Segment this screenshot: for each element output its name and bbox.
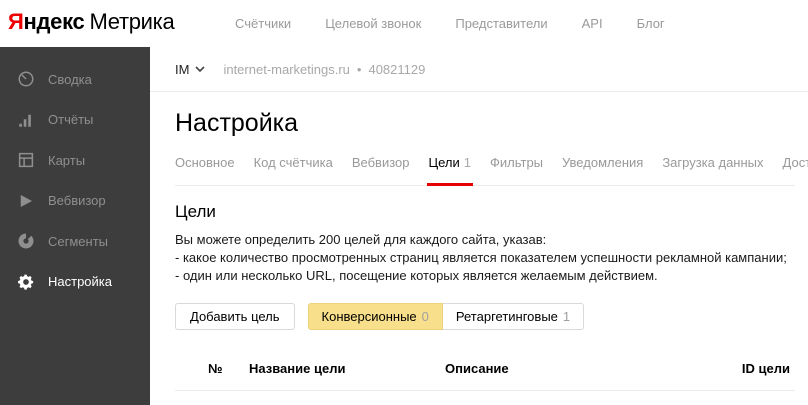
goals-description: Вы можете определить 200 целей для каждо…	[175, 231, 808, 285]
tab-counter-code[interactable]: Код счётчика	[254, 155, 333, 185]
goals-heading: Цели	[175, 202, 216, 221]
header-nav: Счётчики Целевой звонок Представители AP…	[235, 0, 665, 47]
main-panel: IM internet-marketings.ru • 40821129 Нас…	[150, 47, 808, 405]
counter-id: 40821129	[368, 61, 426, 77]
sidebar-item-label: Сводка	[48, 71, 92, 87]
sidebar-item-segments[interactable]: Сегменты	[0, 221, 150, 262]
logo-product: Метрика	[89, 9, 175, 34]
counter-switcher[interactable]: IM	[175, 61, 206, 77]
counter-domain: internet-marketings.ru	[223, 61, 350, 77]
nav-representatives[interactable]: Представители	[455, 16, 547, 31]
tab-access[interactable]: Доступ	[783, 155, 808, 185]
goals-count-badge: 1	[463, 155, 471, 170]
goals-description-line: - один или несколько URL, посещение кото…	[175, 268, 658, 283]
sidebar-item-maps[interactable]: Карты	[0, 140, 150, 181]
sidebar-item-label: Вебвизор	[48, 193, 106, 209]
segment-retargeting[interactable]: Ретаргетинговые 1	[441, 303, 585, 330]
page-title: Настройка	[175, 109, 299, 137]
segment-conversion[interactable]: Конверсионные 0	[307, 303, 443, 330]
column-goal-id: ID цели	[741, 361, 790, 376]
gauge-icon	[17, 70, 35, 88]
nav-blog[interactable]: Блог	[637, 16, 665, 31]
add-goal-button[interactable]: Добавить цель	[175, 303, 295, 330]
sidebar-item-reports[interactable]: Отчёты	[0, 100, 150, 141]
counter-short-name: IM	[175, 61, 190, 77]
logo-letter: Я	[8, 9, 24, 34]
sidebar-item-label: Настройка	[48, 274, 112, 290]
goals-table-header: № Название цели Описание ID цели	[175, 361, 795, 376]
goals-description-line: Вы можете определить 200 целей для каждо…	[175, 232, 547, 247]
pie-icon	[17, 232, 35, 250]
sidebar-item-label: Отчёты	[48, 112, 94, 128]
bar-chart-icon	[17, 111, 35, 129]
sidebar-item-label: Карты	[48, 152, 86, 168]
nav-api[interactable]: API	[582, 16, 603, 31]
goals-description-line: - какое количество просмотренных страниц…	[175, 250, 787, 265]
column-goal-name: Название цели	[249, 361, 346, 376]
tab-notifications[interactable]: Уведомления	[562, 155, 643, 185]
top-header: Яндекс Метрика Счётчики Целевой звонок Пр…	[0, 0, 808, 48]
table-divider	[175, 390, 795, 391]
bullet-separator: •	[356, 61, 362, 77]
tab-webvisor[interactable]: Вебвизор	[352, 155, 410, 185]
counter-info: internet-marketings.ru • 40821129	[223, 62, 425, 77]
retargeting-count: 1	[562, 309, 571, 324]
tab-goals[interactable]: Цели 1	[426, 155, 473, 186]
tab-main[interactable]: Основное	[175, 155, 235, 185]
goal-type-switcher: Конверсионные 0 Ретаргетинговые 1	[307, 303, 585, 330]
conversion-count: 0	[421, 309, 429, 324]
sidebar-item-settings[interactable]: Настройка	[0, 262, 150, 303]
play-icon	[17, 192, 35, 210]
yandex-metrika-logo[interactable]: Яндекс Метрика	[8, 9, 175, 35]
column-description: Описание	[445, 361, 509, 376]
tab-filters[interactable]: Фильтры	[490, 155, 543, 185]
settings-tabs: Основное Код счётчика Вебвизор Цели 1 Фил…	[175, 155, 808, 186]
sidebar-item-label: Сегменты	[48, 233, 109, 249]
sidebar-item-summary[interactable]: Сводка	[0, 59, 150, 100]
goals-toolbar: Добавить цель Конверсионные 0 Ретаргетинг…	[175, 303, 808, 330]
gear-icon	[17, 273, 35, 291]
counter-breadcrumb: IM internet-marketings.ru • 40821129	[150, 47, 808, 92]
sidebar: Сводка Отчёты Карты Вебвизор Сегменты На…	[0, 47, 150, 405]
tab-data-upload[interactable]: Загрузка данных	[662, 155, 763, 185]
logo-brand: ндекс	[23, 9, 85, 34]
sidebar-item-webvisor[interactable]: Вебвизор	[0, 181, 150, 222]
layout-icon	[17, 151, 35, 169]
nav-target-call[interactable]: Целевой звонок	[325, 16, 421, 31]
chevron-down-icon	[195, 66, 206, 72]
nav-counters[interactable]: Счётчики	[235, 16, 291, 31]
column-number: №	[208, 361, 223, 376]
